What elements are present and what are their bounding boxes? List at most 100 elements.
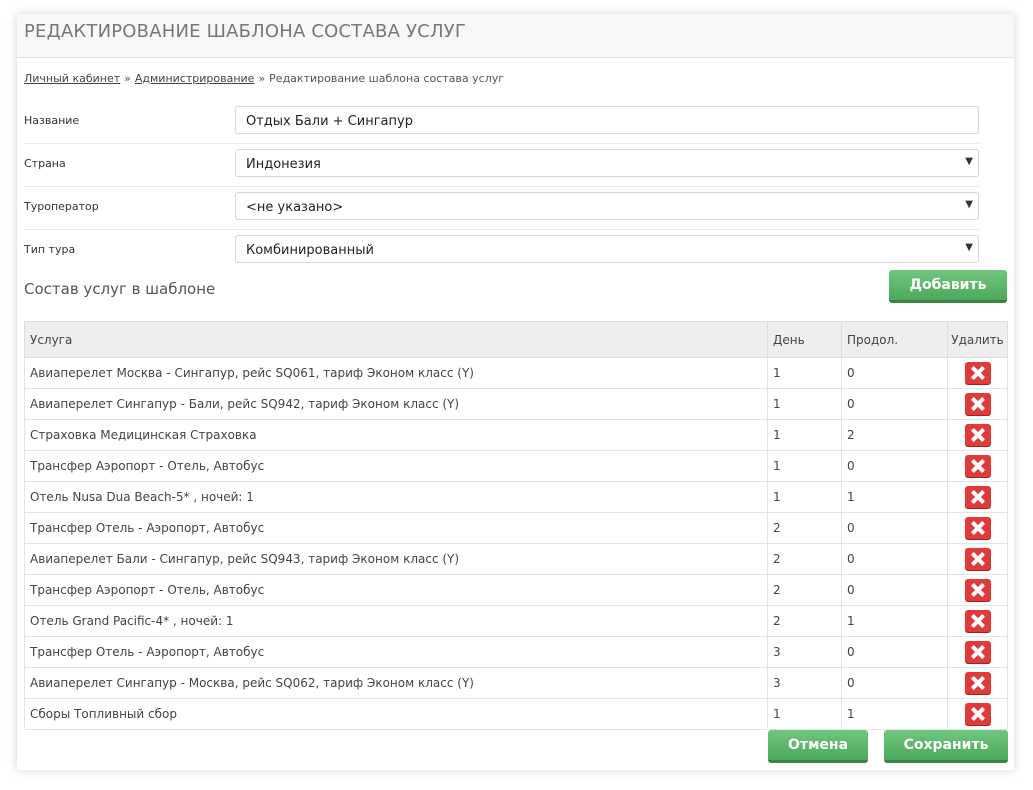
day-cell: 3 <box>767 667 842 699</box>
table-row: Трансфер Аэропорт - Отель, Автобус 2 0 <box>24 574 1008 606</box>
table-row: Трансфер Аэропорт - Отель, Автобус 1 0 <box>24 450 1008 482</box>
services-table-body: Авиаперелет Москва - Сингапур, рейс SQ06… <box>24 357 1008 730</box>
page-title: РЕДАКТИРОВАНИЕ ШАБЛОНА СОСТАВА УСЛУГ <box>24 21 467 42</box>
service-cell: Отель Nusa Dua Beach-5* , ночей: 1 <box>24 481 768 513</box>
close-icon[interactable] <box>964 362 991 384</box>
service-cell: Страховка Медицинская Страховка <box>24 419 768 451</box>
breadcrumb-home-link[interactable]: Личный кабинет <box>24 72 120 85</box>
form-row-operator: Туроператор <не указано> ▼ <box>24 186 982 230</box>
column-header-day: День <box>767 321 842 358</box>
delete-cell <box>947 636 1008 668</box>
day-cell: 1 <box>767 419 842 451</box>
table-row: Авиаперелет Сингапур - Бали, рейс SQ942,… <box>24 388 1008 420</box>
duration-cell: 0 <box>841 636 948 668</box>
add-service-button[interactable]: Добавить <box>889 270 1007 300</box>
duration-cell: 0 <box>841 388 948 420</box>
delete-cell <box>947 698 1008 730</box>
day-cell: 2 <box>767 543 842 575</box>
close-icon[interactable] <box>964 672 991 694</box>
breadcrumb-admin-link[interactable]: Администрирование <box>135 72 255 85</box>
name-input-value: Отдых Бали + Сингапур <box>246 114 413 129</box>
close-icon[interactable] <box>964 455 991 477</box>
table-row: Трансфер Отель - Аэропорт, Автобус 2 0 <box>24 512 1008 544</box>
close-icon[interactable] <box>964 424 991 446</box>
services-section-title: Состав услуг в шаблоне <box>24 280 216 298</box>
form-row-name: Название Отдых Бали + Сингапур <box>24 100 982 144</box>
chevron-down-icon: ▼ <box>965 242 973 253</box>
operator-select[interactable]: <не указано> ▼ <box>235 192 979 220</box>
delete-cell <box>947 512 1008 544</box>
duration-cell: 2 <box>841 419 948 451</box>
table-row: Авиаперелет Сингапур - Москва, рейс SQ06… <box>24 667 1008 699</box>
name-input[interactable]: Отдых Бали + Сингапур <box>235 106 979 134</box>
day-cell: 2 <box>767 605 842 637</box>
tour-type-select-value: Комбинированный <box>246 243 374 258</box>
delete-cell <box>947 543 1008 575</box>
close-icon[interactable] <box>964 703 991 725</box>
form-row-tour-type: Тип тура Комбинированный ▼ <box>24 229 982 272</box>
chevron-down-icon: ▼ <box>965 199 973 210</box>
duration-cell: 0 <box>841 450 948 482</box>
breadcrumb-separator: » <box>258 72 266 85</box>
service-cell: Сборы Топливный сбор <box>24 698 768 730</box>
chevron-down-icon: ▼ <box>965 156 973 167</box>
delete-cell <box>947 481 1008 513</box>
country-select-value: Индонезия <box>246 157 321 172</box>
day-cell: 1 <box>767 698 842 730</box>
duration-cell: 0 <box>841 357 948 389</box>
services-table: Услуга День Продол. Удалить Авиаперелет … <box>24 321 1008 730</box>
main-card: РЕДАКТИРОВАНИЕ ШАБЛОНА СОСТАВА УСЛУГ Лич… <box>17 14 1014 770</box>
table-row: Авиаперелет Москва - Сингапур, рейс SQ06… <box>24 357 1008 389</box>
day-cell: 2 <box>767 512 842 544</box>
close-icon[interactable] <box>964 548 991 570</box>
day-cell: 2 <box>767 574 842 606</box>
close-icon[interactable] <box>964 579 991 601</box>
cancel-button[interactable]: Отмена <box>768 730 868 760</box>
column-header-delete: Удалить <box>947 321 1008 358</box>
service-cell: Трансфер Отель - Аэропорт, Автобус <box>24 512 768 544</box>
duration-cell: 0 <box>841 543 948 575</box>
service-cell: Отель Grand Pacific-4* , ночей: 1 <box>24 605 768 637</box>
service-cell: Авиаперелет Сингапур - Москва, рейс SQ06… <box>24 667 768 699</box>
close-icon[interactable] <box>964 517 991 539</box>
save-button[interactable]: Сохранить <box>884 730 1008 760</box>
service-cell: Трансфер Отель - Аэропорт, Автобус <box>24 636 768 668</box>
name-label: Название <box>24 114 80 127</box>
table-row: Сборы Топливный сбор 1 1 <box>24 698 1008 730</box>
close-icon[interactable] <box>964 641 991 663</box>
table-row: Авиаперелет Бали - Сингапур, рейс SQ943,… <box>24 543 1008 575</box>
duration-cell: 0 <box>841 667 948 699</box>
service-cell: Авиаперелет Сингапур - Бали, рейс SQ942,… <box>24 388 768 420</box>
day-cell: 1 <box>767 357 842 389</box>
breadcrumb-separator: » <box>124 72 131 85</box>
country-select[interactable]: Индонезия ▼ <box>235 149 979 177</box>
close-icon[interactable] <box>964 393 991 415</box>
service-cell: Трансфер Аэропорт - Отель, Автобус <box>24 574 768 606</box>
close-icon[interactable] <box>964 610 991 632</box>
table-row: Отель Grand Pacific-4* , ночей: 121 <box>24 605 1008 637</box>
day-cell: 1 <box>767 388 842 420</box>
service-cell: Авиаперелет Бали - Сингапур, рейс SQ943,… <box>24 543 768 575</box>
breadcrumb-current: Редактирование шаблона состава услуг <box>269 72 505 85</box>
table-row: Трансфер Отель - Аэропорт, Автобус 3 0 <box>24 636 1008 668</box>
delete-cell <box>947 605 1008 637</box>
close-icon[interactable] <box>964 486 991 508</box>
delete-cell <box>947 357 1008 389</box>
operator-label: Туроператор <box>24 200 99 213</box>
duration-cell: 1 <box>841 605 948 637</box>
delete-cell <box>947 667 1008 699</box>
tour-type-select[interactable]: Комбинированный ▼ <box>235 235 979 263</box>
duration-cell: 0 <box>841 512 948 544</box>
duration-cell: 0 <box>841 574 948 606</box>
day-cell: 3 <box>767 636 842 668</box>
table-row: Отель Nusa Dua Beach-5* , ночей: 111 <box>24 481 1008 513</box>
operator-select-value: <не указано> <box>246 200 344 215</box>
day-cell: 1 <box>767 481 842 513</box>
table-row: Страховка Медицинская Страховка 1 2 <box>24 419 1008 451</box>
delete-cell <box>947 419 1008 451</box>
column-header-duration: Продол. <box>841 321 948 358</box>
duration-cell: 1 <box>841 481 948 513</box>
country-label: Страна <box>24 157 66 170</box>
form-row-country: Страна Индонезия ▼ <box>24 143 982 187</box>
duration-cell: 1 <box>841 698 948 730</box>
